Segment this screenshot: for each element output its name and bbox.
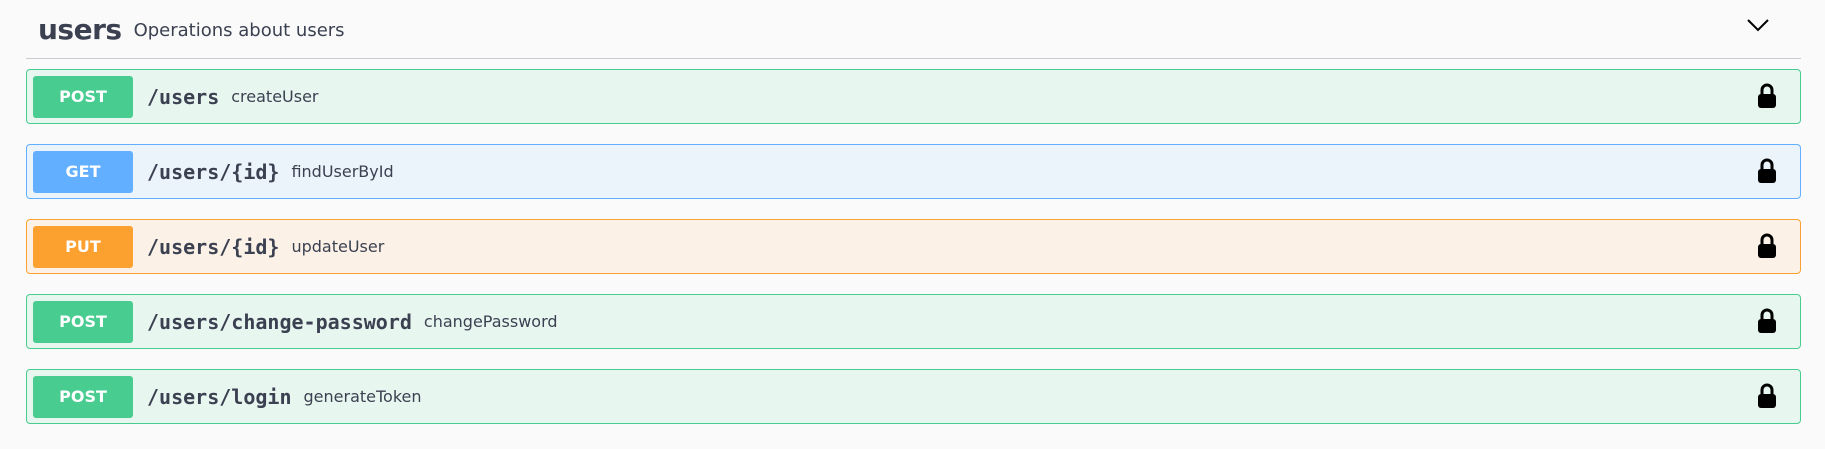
- operation-summary: updateUser: [291, 237, 385, 256]
- operation-post-users[interactable]: POST /users createUser: [26, 69, 1801, 124]
- operation-post-change-password[interactable]: POST /users/change-password changePasswo…: [26, 294, 1801, 349]
- operation-put-user[interactable]: PUT /users/{id} updateUser: [26, 219, 1801, 274]
- operation-get-user-by-id[interactable]: GET /users/{id} findUserById: [26, 144, 1801, 199]
- operation-path: /users/change-password: [147, 309, 412, 334]
- operation-summary: findUserById: [291, 162, 394, 181]
- operations-tag-section: users Operations about users POST /users…: [26, 0, 1801, 424]
- operation-post-login[interactable]: POST /users/login generateToken: [26, 369, 1801, 424]
- operation-path: /users: [147, 84, 220, 109]
- lock-icon[interactable]: [1756, 308, 1778, 334]
- operation-summary: changePassword: [423, 312, 558, 331]
- operation-summary: createUser: [231, 87, 319, 106]
- method-badge: PUT: [33, 225, 133, 268]
- lock-icon[interactable]: [1756, 158, 1778, 184]
- tag-name: users: [38, 12, 122, 46]
- operation-path: /users/{id}: [147, 159, 280, 184]
- chevron-down-icon[interactable]: [1745, 16, 1771, 34]
- tag-header[interactable]: users Operations about users: [26, 0, 1801, 59]
- lock-icon[interactable]: [1756, 383, 1778, 409]
- operation-path: /users/login: [147, 384, 292, 409]
- method-badge: POST: [33, 375, 133, 418]
- method-badge: POST: [33, 75, 133, 118]
- method-badge: GET: [33, 150, 133, 193]
- tag-description: Operations about users: [133, 20, 345, 41]
- operation-path: /users/{id}: [147, 234, 280, 259]
- operation-summary: generateToken: [303, 387, 422, 406]
- lock-icon[interactable]: [1756, 233, 1778, 259]
- method-badge: POST: [33, 300, 133, 343]
- lock-icon[interactable]: [1756, 83, 1778, 109]
